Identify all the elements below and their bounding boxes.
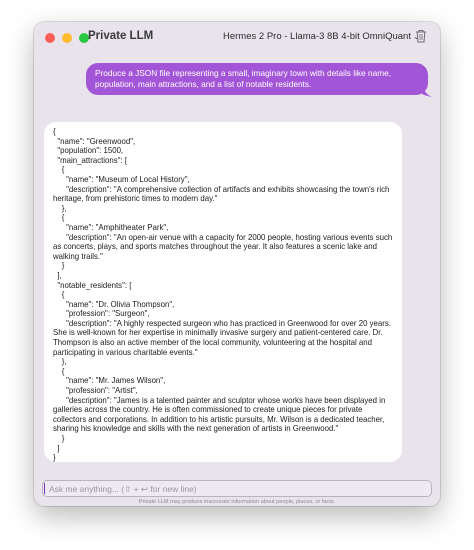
text-caret bbox=[44, 483, 45, 494]
bubble-tail-icon bbox=[422, 85, 432, 97]
model-label: Hermes 2 Pro - Llama-3 8B 4-bit OmniQuan… bbox=[223, 31, 411, 42]
close-window-button[interactable] bbox=[45, 33, 55, 43]
disclaimer-text: Private LLM may produce inaccurate infor… bbox=[138, 499, 336, 505]
window-controls bbox=[45, 33, 89, 43]
app-window: Private LLM Hermes 2 Pro - Llama-3 8B 4-… bbox=[34, 22, 440, 506]
title-bar: Private LLM Hermes 2 Pro - Llama-3 8B 4-… bbox=[34, 22, 440, 52]
minimize-window-button[interactable] bbox=[62, 33, 72, 43]
user-message-text: Produce a JSON file representing a small… bbox=[95, 68, 392, 89]
assistant-message-text: { "name": "Greenwood", "population": 150… bbox=[53, 127, 393, 462]
model-selector[interactable]: Hermes 2 Pro - Llama-3 8B 4-bit OmniQuan… bbox=[223, 31, 420, 42]
assistant-message-bubble: { "name": "Greenwood", "population": 150… bbox=[44, 122, 402, 462]
app-title: Private LLM bbox=[88, 30, 154, 42]
user-message-bubble: Produce a JSON file representing a small… bbox=[86, 63, 428, 95]
message-input[interactable] bbox=[42, 480, 432, 497]
trash-icon[interactable] bbox=[415, 29, 427, 43]
